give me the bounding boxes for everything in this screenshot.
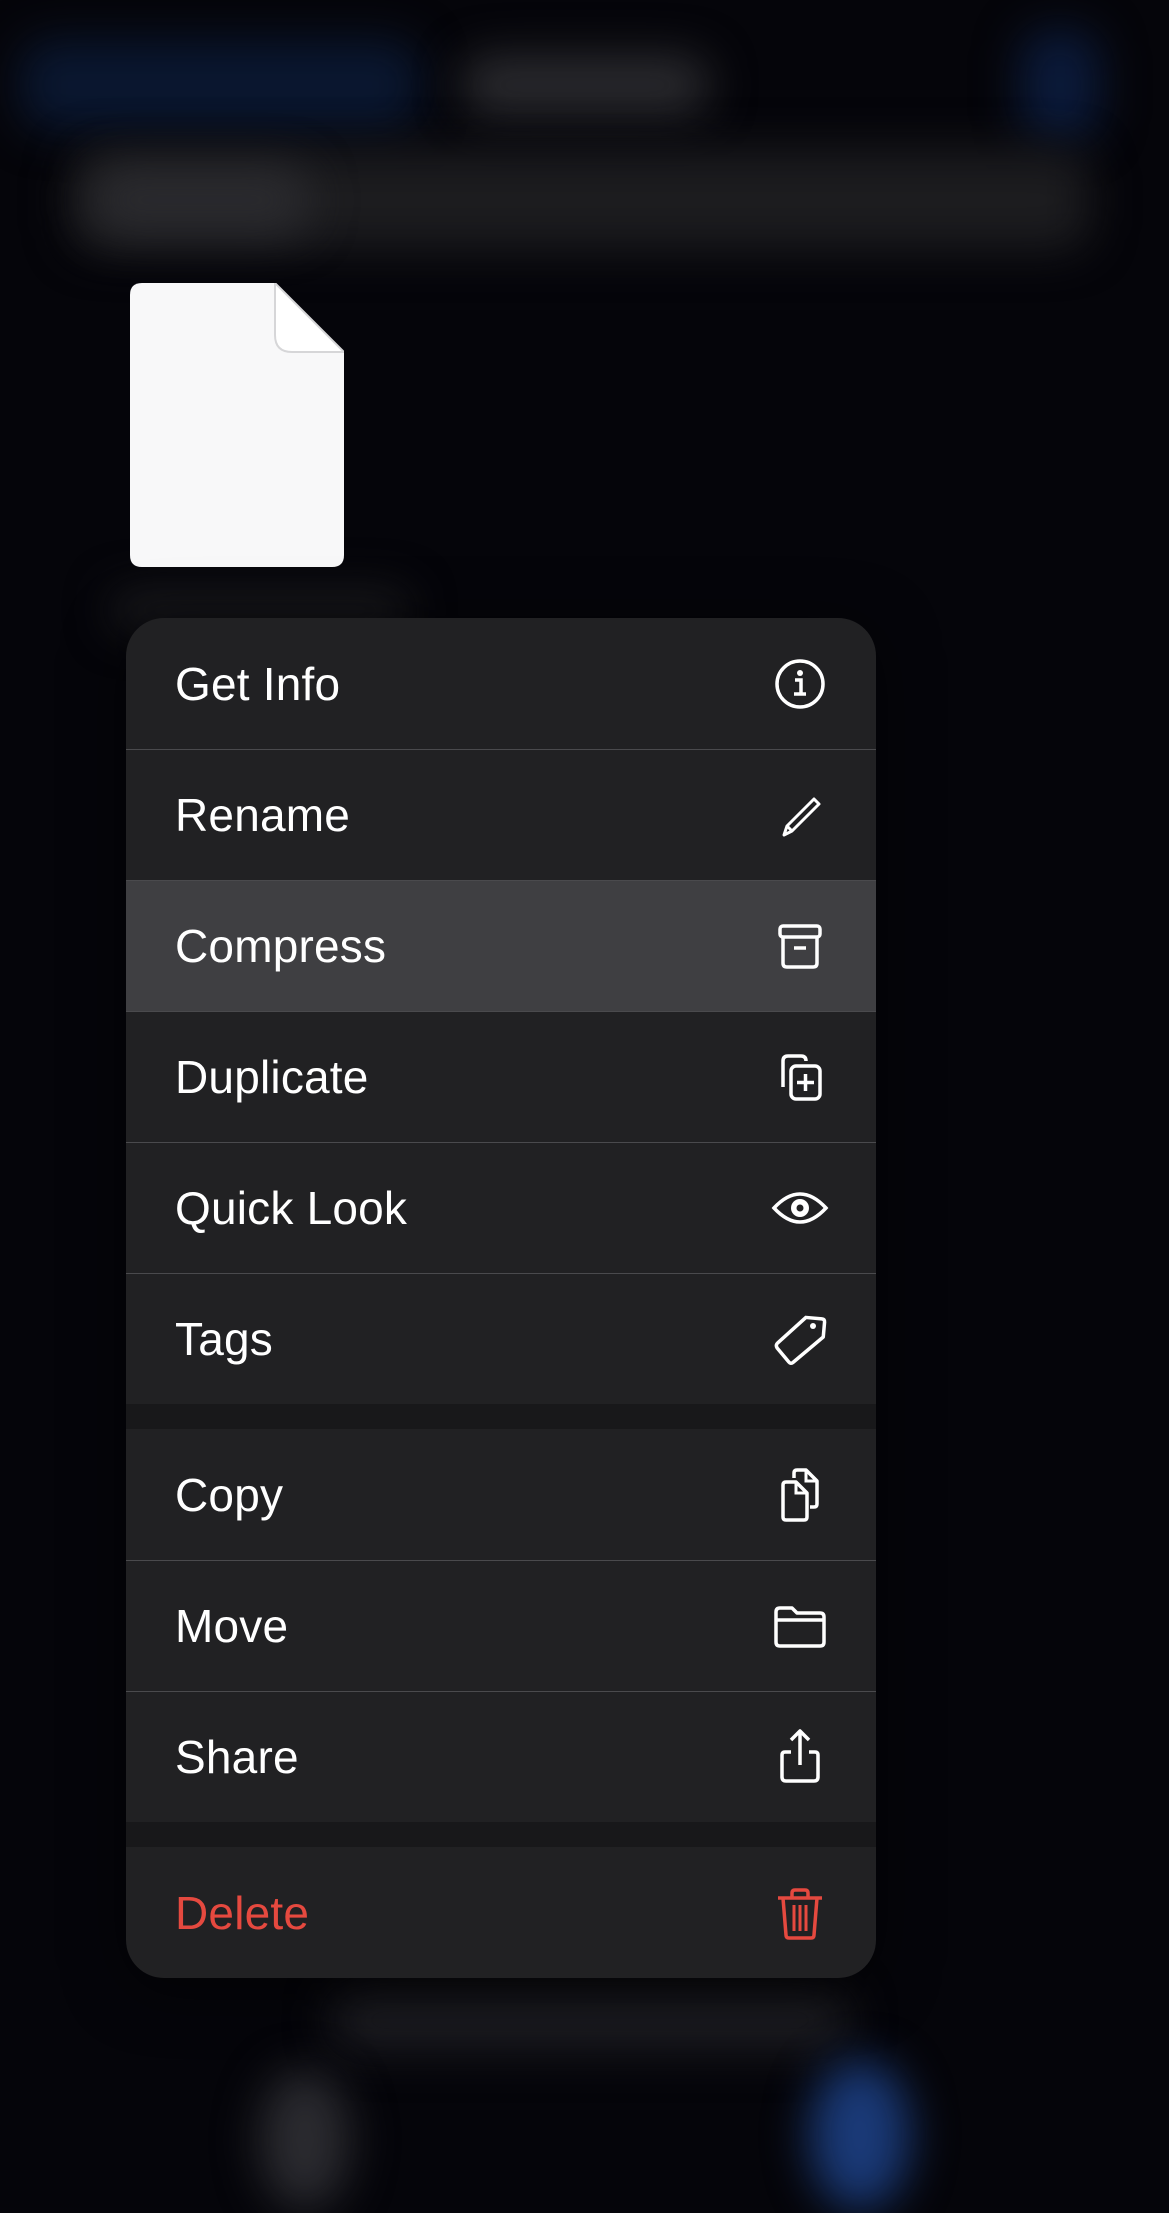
menu-item-label: Duplicate: [175, 1051, 369, 1103]
info-circle-icon: [764, 648, 836, 720]
menu-item-share[interactable]: Share: [126, 1691, 876, 1822]
menu-group-destructive: Delete: [126, 1847, 876, 1978]
duplicate-plus-icon: [764, 1041, 836, 1113]
background-tab-recents-blurred: [260, 2070, 350, 2210]
pencil-icon: [764, 779, 836, 851]
background-tab-browse-blurred: [810, 2060, 910, 2210]
archive-box-icon: [764, 910, 836, 982]
menu-item-compress[interactable]: Compress: [126, 880, 876, 1011]
menu-item-label: Share: [175, 1731, 299, 1783]
menu-item-get-info[interactable]: Get Info: [126, 618, 876, 749]
menu-item-rename[interactable]: Rename: [126, 749, 876, 880]
background-nav-back-blurred: [20, 40, 420, 130]
menu-group-separator: [126, 1822, 876, 1847]
menu-item-label: Tags: [175, 1313, 273, 1365]
context-menu: Get Info Rename Compress Duplicate Quick…: [126, 618, 876, 1978]
background-search-placeholder-blurred: [90, 165, 310, 235]
share-icon: [764, 1721, 836, 1793]
menu-item-label: Delete: [175, 1886, 310, 1939]
menu-item-copy[interactable]: Copy: [126, 1429, 876, 1560]
folder-icon: [764, 1590, 836, 1662]
menu-item-label: Quick Look: [175, 1182, 408, 1234]
background-toolbar-blurred: [330, 1990, 850, 2050]
menu-group-separator: [126, 1404, 876, 1429]
tag-icon: [764, 1303, 836, 1375]
background-nav-action-blurred: [1020, 30, 1100, 140]
menu-item-quick-look[interactable]: Quick Look: [126, 1142, 876, 1273]
menu-group-file-actions: Get Info Rename Compress Duplicate Quick…: [126, 618, 876, 1404]
menu-item-duplicate[interactable]: Duplicate: [126, 1011, 876, 1142]
menu-item-label: Move: [175, 1600, 289, 1652]
copy-documents-icon: [764, 1459, 836, 1531]
menu-item-label: Rename: [175, 789, 351, 841]
menu-item-delete[interactable]: Delete: [126, 1847, 876, 1978]
document-icon[interactable]: [130, 280, 347, 567]
menu-item-move[interactable]: Move: [126, 1560, 876, 1691]
menu-item-tags[interactable]: Tags: [126, 1273, 876, 1404]
eye-icon: [764, 1172, 836, 1244]
menu-item-label: Copy: [175, 1468, 284, 1521]
menu-item-label: Get Info: [175, 657, 341, 710]
background-nav-title-blurred: [460, 55, 710, 115]
trash-icon: [764, 1877, 836, 1949]
menu-group-organize: Copy Move Share: [126, 1429, 876, 1822]
menu-item-label: Compress: [175, 920, 387, 972]
